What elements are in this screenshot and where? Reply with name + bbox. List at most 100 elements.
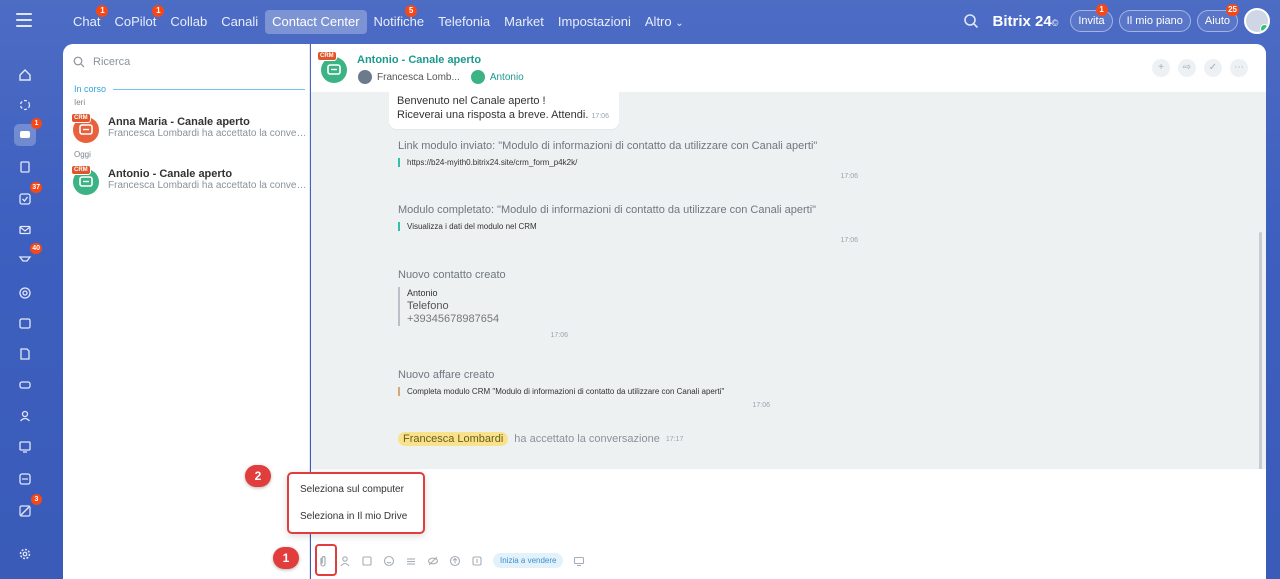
crm-icon[interactable]: 40 [14, 243, 42, 271]
search-icon[interactable] [963, 13, 979, 29]
start-selling-button[interactable]: Inizia a vendere [493, 553, 564, 568]
settings-icon[interactable] [14, 543, 36, 565]
chat-item-anna-maria[interactable]: CRM Anna Maria - Canale aperto Francesca… [69, 113, 305, 146]
member-name[interactable]: Antonio [490, 72, 524, 83]
nav-item-notifiche[interactable]: Notifiche 5 [367, 5, 432, 34]
openline-avatar: CRM [71, 113, 99, 143]
chat-panel: CRM Antonio - Canale aperto Francesca Lo… [311, 44, 1266, 579]
deal-link[interactable]: Completa modulo CRM "Modulo di informazi… [398, 387, 770, 396]
nav-item-market[interactable]: Market [497, 10, 551, 34]
accepted-text: ha accettato la conversazione [514, 433, 660, 445]
feed-icon[interactable] [14, 156, 36, 178]
chat-name: Antonio - Canale aperto [108, 168, 233, 180]
chevron-down-icon: ⌄ [675, 18, 684, 29]
contact-card[interactable]: Antonio Telefono +39345678987654 [398, 287, 568, 326]
automation-icon[interactable] [14, 468, 36, 490]
brand-text: Bitrix [992, 12, 1031, 30]
member-avatar[interactable] [469, 69, 486, 85]
nav-item-label: Canali [221, 14, 259, 29]
chat-members: Francesca Lomb... Antonio [357, 69, 524, 85]
copilot-icon[interactable] [14, 94, 36, 116]
view-form-data-link[interactable]: Visualizza i dati del modulo nel CRM [398, 222, 858, 231]
section-divider [113, 89, 305, 90]
form-link[interactable]: https://b24-myith0.bitrix24.site/crm_for… [398, 158, 858, 167]
home-icon[interactable] [14, 64, 36, 86]
paperclip-highlight [315, 544, 337, 576]
sign-icon[interactable]: 3 [14, 494, 42, 522]
drive-icon[interactable] [14, 374, 36, 396]
composer-toolbar: Inizia a vendere [317, 553, 585, 568]
message-line: Riceverai una risposta a breve. Attendi. [397, 109, 589, 121]
attach-file-menu: Seleziona sul computer Seleziona in Il m… [287, 472, 425, 534]
search-placeholder: Ricerca [93, 56, 131, 68]
forward-icon[interactable]: ⇨ [1178, 59, 1196, 77]
add-user-icon[interactable]: + [1152, 59, 1170, 77]
online-indicator [1260, 24, 1268, 32]
tasks-badge: 37 [30, 182, 42, 193]
contact-icon[interactable] [339, 555, 351, 567]
menu-icon[interactable] [16, 13, 32, 27]
message-time: 17:17 [665, 435, 684, 443]
left-rail: 1 37 40 3 [0, 44, 52, 579]
select-from-computer[interactable]: Seleziona sul computer [300, 484, 404, 495]
chat-item-text: Antonio - Canale aperto Francesca Lombar… [108, 168, 305, 191]
nav-item-impostazioni[interactable]: Impostazioni [551, 10, 638, 34]
message-time: 17:06 [591, 113, 609, 120]
nav-item-telefonia[interactable]: Telefonia [431, 10, 497, 34]
chat-title[interactable]: Antonio - Canale aperto [357, 54, 481, 66]
nav-item-contact-center[interactable]: Contact Center [265, 10, 367, 34]
user-mention[interactable]: Francesca Lombardi [398, 432, 509, 446]
crm-badge: 40 [30, 243, 42, 254]
search-icon [73, 56, 85, 68]
emoji-icon[interactable] [383, 555, 395, 567]
payment-icon[interactable] [471, 555, 483, 567]
employees-icon[interactable] [14, 405, 36, 427]
nav-item-label: Collab [170, 14, 208, 29]
target-icon[interactable] [14, 282, 36, 304]
finish-icon[interactable]: ✓ [1204, 59, 1222, 77]
sign-badge: 3 [31, 494, 42, 505]
my-plan-button[interactable]: Il mio piano [1118, 10, 1191, 32]
nav-item-canali[interactable]: Canali [214, 10, 265, 34]
nav-item-label: Telefonia [438, 14, 491, 29]
openline-avatar: CRM [71, 165, 99, 195]
contact-center-icon[interactable] [14, 436, 36, 458]
message-line-with-time: Riceverai una risposta a breve. Attendi.… [397, 108, 609, 124]
brand-number: 24 [1035, 12, 1052, 30]
welcome-message: Benvenuto nel Canale aperto ! Riceverai … [389, 92, 619, 129]
brand-suffix: © [1051, 17, 1059, 28]
contact-field-label: Telefono [407, 300, 449, 312]
nav-item-collab[interactable]: Collab [163, 10, 214, 34]
crm-tag: CRM [317, 51, 337, 61]
user-avatar[interactable] [1244, 8, 1270, 34]
form-icon[interactable] [361, 555, 373, 567]
calendar-icon[interactable] [14, 312, 36, 334]
search-field[interactable]: Ricerca [73, 56, 130, 68]
hidden-message-icon[interactable] [427, 555, 439, 567]
help-button[interactable]: Aiuto 25 [1196, 4, 1239, 32]
chat-item-antonio[interactable]: CRM Antonio - Canale aperto Francesca Lo… [69, 165, 305, 198]
chat-avatar[interactable]: CRM [317, 51, 347, 83]
system-title: Nuovo affare creato [398, 369, 495, 381]
documents-icon[interactable] [14, 343, 36, 365]
upload-icon[interactable] [449, 555, 461, 567]
member-avatar[interactable] [357, 69, 373, 85]
invite-button[interactable]: Invita 1 [1070, 4, 1113, 32]
system-title: Link modulo inviato: "Modulo di informaz… [398, 140, 818, 152]
message-time: 17:06 [840, 173, 858, 180]
mail-icon[interactable] [14, 219, 36, 241]
member-name[interactable]: Francesca Lomb... [377, 72, 460, 83]
brand-logo[interactable]: Bitrix 24© [993, 13, 1059, 30]
help-badge: 25 [1226, 4, 1239, 16]
header-actions: + ⇨ ✓ ⋯ [1152, 59, 1248, 77]
nav-item-copilot[interactable]: CoPilot 1 [107, 5, 165, 34]
nav-item-chat[interactable]: Chat 1 [66, 5, 109, 34]
chat-icon[interactable]: 1 [14, 118, 42, 146]
select-from-drive[interactable]: Seleziona in Il mio Drive [300, 511, 407, 522]
nav-item-altro[interactable]: Altro ⌄ [638, 10, 691, 34]
tasks-icon[interactable]: 37 [14, 182, 42, 210]
screen-icon[interactable] [573, 555, 585, 567]
template-icon[interactable] [405, 555, 417, 567]
more-icon[interactable]: ⋯ [1230, 59, 1248, 77]
scrollbar[interactable] [1259, 232, 1262, 469]
